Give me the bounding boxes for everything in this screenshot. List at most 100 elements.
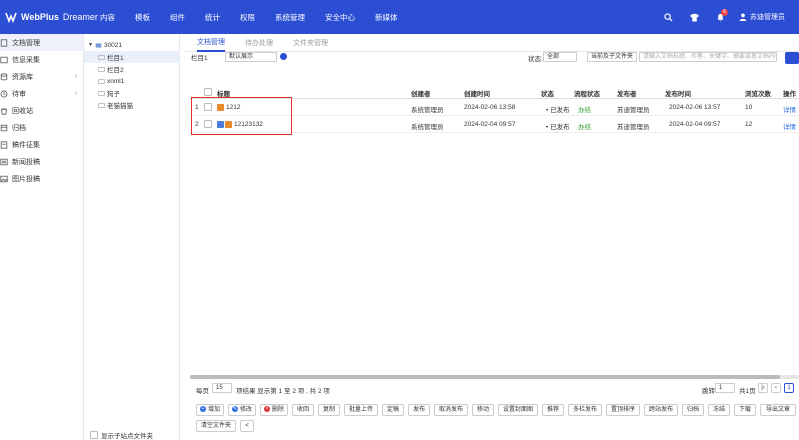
unpublish-button[interactable]: 取消发布	[434, 404, 468, 416]
tree-node-column2[interactable]: 栏目2	[84, 63, 179, 75]
per-page-label: 每页	[196, 388, 209, 395]
col-creator[interactable]: 创建者	[411, 88, 431, 98]
scope-select[interactable]: 当前及子文件夹	[587, 52, 637, 62]
tab-doc-manage[interactable]: 文档管理	[197, 34, 225, 52]
goto-input[interactable]: 1	[715, 383, 735, 393]
add-button[interactable]: + 增加	[196, 404, 224, 416]
logo-subtext: Dreamer	[62, 12, 98, 22]
news-icon	[0, 158, 8, 165]
col-views[interactable]: 浏览次数	[745, 88, 771, 98]
tree-node-column1[interactable]: 栏目1	[84, 51, 179, 63]
nav-item-media[interactable]: 新媒体	[375, 12, 398, 23]
status-select[interactable]: 全部	[543, 52, 577, 62]
status-filter-label: 状态:	[528, 56, 543, 63]
tree-node-xnml1[interactable]: xnml1	[84, 75, 179, 87]
nav-item-system[interactable]: 系统管理	[275, 12, 305, 23]
sidebar-item-label: 稿件征集	[12, 141, 40, 149]
sidebar-item-docs[interactable]: 文档管理	[0, 34, 83, 51]
logo-icon	[5, 12, 17, 23]
tree-node-cat[interactable]: 老猫猫猫	[84, 99, 179, 111]
row-detail-link[interactable]: 详情	[783, 104, 796, 114]
delete-button[interactable]: × 删除	[260, 404, 288, 416]
pin-sort-button[interactable]: 置顶排序	[606, 404, 640, 416]
show-subsite-toggle[interactable]: 显示子站点文件夹	[90, 430, 153, 440]
sidebar-item-news-contrib[interactable]: 新闻投稿	[0, 153, 83, 170]
cross-site-publish-button[interactable]: 跨站发布	[644, 404, 678, 416]
delete-icon: ×	[263, 406, 270, 413]
tree-root[interactable]: ▼ 30021	[84, 39, 179, 51]
withdraw-button[interactable]: 收回	[292, 404, 314, 416]
export-button[interactable]: 导出文章	[760, 404, 796, 416]
sidebar-item-pending[interactable]: 待审 ›	[0, 85, 83, 102]
col-publisher[interactable]: 发布者	[617, 88, 637, 98]
sidebar-item-photo-contrib[interactable]: 图片投稿	[0, 170, 83, 187]
main-nav: 内容 模板 组件 统计 权限 系统管理 安全中心 新媒体	[100, 12, 418, 23]
move-button[interactable]: 移动	[472, 404, 494, 416]
highlight-box	[191, 97, 292, 135]
nav-item-permission[interactable]: 权限	[240, 12, 255, 23]
goto-label: 跳转	[702, 388, 715, 395]
display-select[interactable]: 默认展示	[225, 52, 277, 62]
edit-icon: ✎	[231, 406, 238, 413]
notification-badge: 6	[721, 9, 728, 16]
freeze-button[interactable]: 冻结	[708, 404, 730, 416]
sidebar-item-submissions[interactable]: 稿件征集	[0, 136, 83, 153]
select-all-checkbox[interactable]	[204, 88, 212, 96]
tab-todo[interactable]: 待办处理	[245, 34, 273, 52]
copy-button[interactable]: 复制	[318, 404, 340, 416]
nav-item-security[interactable]: 安全中心	[325, 12, 355, 23]
tab-folder-manage[interactable]: 文件夹管理	[293, 34, 328, 52]
folder-icon	[98, 102, 105, 108]
col-published[interactable]: 发布时间	[665, 88, 691, 98]
collapse-toolbar-button[interactable]: <	[240, 420, 254, 432]
sidebar-item-archive[interactable]: 归档	[0, 119, 83, 136]
search-button[interactable]	[655, 0, 681, 34]
row-views: 12	[745, 121, 753, 128]
refresh-icon[interactable]	[280, 53, 287, 60]
recommend-button[interactable]: 推荐	[542, 404, 564, 416]
nav-item-template[interactable]: 模板	[135, 12, 150, 23]
prev-page-button[interactable]: ‹	[771, 383, 781, 393]
row-created: 2024-02-04 09:57	[464, 121, 516, 128]
scrollbar-thumb[interactable]	[190, 375, 780, 379]
archive-button[interactable]: 归档	[682, 404, 704, 416]
batch-upload-button[interactable]: 批量上传	[344, 404, 378, 416]
sidebar-item-collect[interactable]: 信息采集	[0, 51, 83, 68]
row-detail-link[interactable]: 详情	[783, 121, 796, 131]
first-page-button[interactable]: |‹	[758, 383, 768, 393]
tree-node-label: 狗子	[107, 91, 120, 98]
publish-button[interactable]: 发布	[408, 404, 430, 416]
archive-icon	[0, 124, 8, 131]
row-status: • 已发布	[546, 124, 570, 131]
folder-icon	[98, 66, 105, 72]
user-menu[interactable]: 苏迪管理员	[739, 12, 785, 22]
tree-node-dog[interactable]: 狗子	[84, 87, 179, 99]
set-cover-button[interactable]: 设置封面图	[498, 404, 538, 416]
search-submit-button[interactable]	[785, 52, 799, 64]
col-created[interactable]: 创建时间	[464, 88, 490, 98]
user-icon	[739, 13, 747, 21]
nav-item-stats[interactable]: 统计	[205, 12, 220, 23]
edit-button[interactable]: ✎ 修改	[228, 404, 256, 416]
per-page-select[interactable]: 15	[212, 383, 232, 393]
clear-folder-button[interactable]: 清空文件夹	[196, 420, 236, 432]
multi-publish-button[interactable]: 多栏发布	[568, 404, 602, 416]
current-page-button[interactable]: 1	[784, 383, 794, 393]
sidebar-item-resources[interactable]: 资源库 ›	[0, 68, 83, 85]
download-button[interactable]: 下载	[734, 404, 756, 416]
theme-button[interactable]	[681, 0, 707, 34]
col-status: 状态	[541, 91, 554, 98]
logo[interactable]: WebPlus Dreamer	[5, 10, 98, 24]
horizontal-scrollbar[interactable]	[190, 375, 799, 379]
finalize-button[interactable]: 定稿	[382, 404, 404, 416]
nav-item-component[interactable]: 组件	[170, 12, 185, 23]
notification-button[interactable]: 6	[707, 0, 733, 34]
folder-tree: ▼ 30021 栏目1 栏目2 xnml1 狗子 老猫猫猫 显示子站点文件夹	[84, 34, 180, 440]
sidebar-item-recycle[interactable]: 回收站	[0, 102, 83, 119]
search-input[interactable]: 请输入文档标题、作者、关键字、摘要或者文档内容	[639, 52, 777, 62]
tab-bar: 文档管理 待办处理 文件夹管理	[185, 34, 799, 52]
user-name: 苏迪管理员	[750, 14, 785, 21]
row-flow: 办结	[578, 124, 591, 131]
nav-item-content[interactable]: 内容	[100, 12, 115, 23]
show-subsite-checkbox[interactable]	[90, 431, 98, 439]
